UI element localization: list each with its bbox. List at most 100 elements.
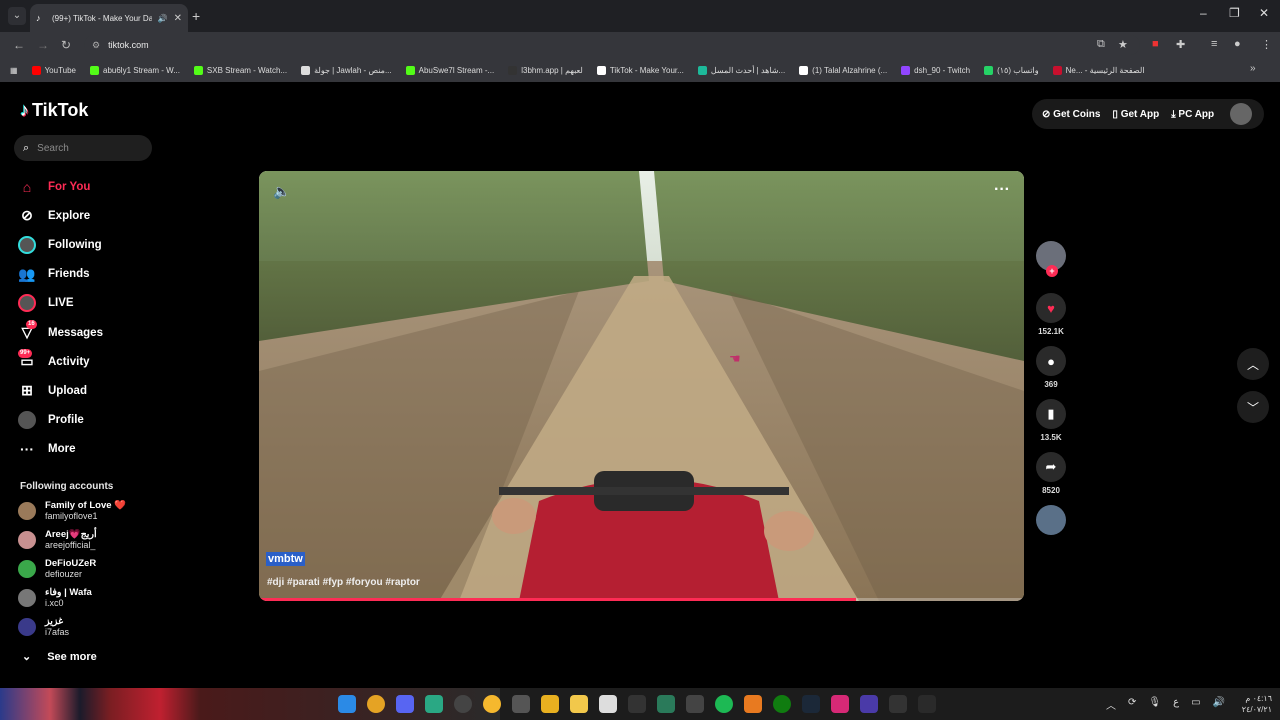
following-account[interactable]: وفاء | Wafa i.xc0: [18, 587, 92, 609]
bookmarks-overflow-icon[interactable]: »: [1250, 63, 1256, 74]
app-icon[interactable]: [483, 695, 501, 713]
save-action[interactable]: ▮ 13.5K: [1034, 399, 1068, 442]
site-info-icon[interactable]: ⚙: [92, 40, 100, 51]
video-progress-bar[interactable]: [259, 598, 1024, 601]
sidebar-item-messages[interactable]: ▽ 16 Messages: [18, 318, 168, 347]
app-icon[interactable]: [657, 695, 675, 713]
volume-icon[interactable]: 🔈: [273, 183, 290, 200]
browser-menu-icon[interactable]: ⋮: [1261, 38, 1272, 51]
back-icon[interactable]: ←: [13, 38, 25, 52]
sidebar-item-following[interactable]: Following: [18, 230, 168, 259]
reload-icon[interactable]: ↻: [61, 38, 71, 52]
previous-video-button[interactable]: ︿: [1237, 348, 1269, 380]
speaker-icon[interactable]: 🔊: [1213, 697, 1225, 712]
language-indicator[interactable]: ع: [1173, 697, 1179, 712]
see-more-button[interactable]: ⌄ See more: [22, 650, 97, 664]
bookmark-8[interactable]: (1) Talal Alzahrine (...: [799, 65, 887, 75]
xbox-icon[interactable]: [773, 695, 791, 713]
forward-icon[interactable]: →: [37, 38, 49, 52]
bookmark-2[interactable]: SXB Stream - Watch...: [193, 65, 287, 75]
close-window-icon[interactable]: ✕: [1259, 6, 1269, 20]
get-app-button[interactable]: ▯ Get App: [1112, 109, 1159, 120]
bookmark-6[interactable]: TikTok - Make Your...: [596, 65, 684, 75]
audio-playing-icon[interactable]: 🔊: [158, 14, 168, 23]
sidebar-item-more[interactable]: ··· More: [18, 435, 168, 464]
network-icon[interactable]: ▭: [1191, 697, 1200, 712]
bookmark-1[interactable]: abu6ly1 Stream - W...: [90, 65, 180, 75]
bookmark-icon[interactable]: ▮: [1036, 399, 1066, 429]
app-icon[interactable]: [889, 695, 907, 713]
sidebar-item-friends[interactable]: 👥 Friends: [18, 260, 168, 289]
new-tab-button[interactable]: +: [192, 8, 200, 24]
video-more-options-icon[interactable]: ···: [994, 181, 1010, 199]
share-action[interactable]: ➦ 8520: [1034, 452, 1068, 495]
restore-icon[interactable]: ❐: [1229, 6, 1240, 20]
creator-avatar[interactable]: +: [1036, 241, 1066, 277]
user-avatar[interactable]: [1230, 103, 1253, 125]
bookmark-5[interactable]: l3bhm.app | لعبهم: [508, 65, 583, 75]
music-disc-icon[interactable]: [1036, 505, 1066, 535]
like-action[interactable]: ♥ 152.1K: [1034, 293, 1068, 336]
bookmark-3[interactable]: جولة | Jawlah - منص...: [301, 65, 392, 75]
sidebar-item-profile[interactable]: Profile: [18, 406, 168, 435]
comment-icon[interactable]: ●: [1036, 346, 1066, 376]
instagram-icon[interactable]: [831, 695, 849, 713]
steam-icon[interactable]: [802, 695, 820, 713]
tray-overflow-icon[interactable]: ︿: [1106, 697, 1116, 712]
bookmark-7[interactable]: شاهد | أحدث المسل...: [697, 65, 785, 75]
bookmark-9[interactable]: dsh_90 - Twitch: [901, 65, 970, 75]
install-app-icon[interactable]: ⧉: [1097, 38, 1105, 51]
following-account[interactable]: Areej💗أريج areejofficial_: [18, 529, 97, 551]
comment-action[interactable]: ● 369: [1034, 346, 1068, 389]
microphone-icon[interactable]: 🎙: [1148, 697, 1161, 712]
sync-icon[interactable]: ⟳: [1128, 697, 1136, 712]
following-account[interactable]: DeFioUZeR defiouzer: [18, 558, 96, 580]
spotify-icon[interactable]: [715, 695, 733, 713]
app-icon[interactable]: [454, 695, 472, 713]
start-icon[interactable]: [338, 695, 356, 713]
bookmark-0[interactable]: YouTube: [31, 65, 76, 75]
browser-tab[interactable]: ♪ (99+) TikTok - Make Your Day 🔊 ✕: [30, 4, 188, 32]
bookmark-4[interactable]: AbuSwe7l Stream -...: [405, 65, 494, 75]
bookmark-10[interactable]: واتساب (۱٥): [984, 65, 1039, 75]
tiktok-logo[interactable]: ♪ TikTok: [20, 100, 88, 121]
tab-search-button[interactable]: ⌄: [8, 7, 26, 25]
sidebar-item-explore[interactable]: ⊘ Explore: [18, 201, 168, 230]
taskbar-clock[interactable]: ٠٤:١٦ م ٢٤/٠٧/٢١: [1242, 693, 1272, 715]
pc-app-button[interactable]: ⤓ PC App: [1171, 109, 1214, 120]
discord-icon[interactable]: [396, 695, 414, 713]
sidebar-item-upload[interactable]: ⊞ Upload: [18, 376, 168, 405]
video-author[interactable]: vmbtw: [266, 552, 305, 566]
app-icon[interactable]: [744, 695, 762, 713]
video-hashtags[interactable]: #dji #parati #fyp #foryou #raptor: [267, 577, 420, 588]
sidebar-item-live[interactable]: LIVE: [18, 289, 168, 318]
app-icon[interactable]: [628, 695, 646, 713]
app-icon[interactable]: [860, 695, 878, 713]
follow-plus-icon[interactable]: +: [1046, 265, 1058, 277]
bookmark-11[interactable]: Ne... - الصفحة الرئيسية: [1052, 65, 1145, 75]
share-icon[interactable]: ➦: [1036, 452, 1066, 482]
chrome-icon[interactable]: [367, 695, 385, 713]
extensions-puzzle-icon[interactable]: ✚: [1176, 38, 1185, 51]
store-icon[interactable]: [599, 695, 617, 713]
following-account[interactable]: غزيز i7afas: [18, 616, 69, 638]
app-icon[interactable]: [686, 695, 704, 713]
bookmark-star-icon[interactable]: ★: [1118, 38, 1128, 51]
get-coins-button[interactable]: ⊘ Get Coins: [1042, 109, 1100, 120]
following-account[interactable]: Family of Love ❤️ familyoflove1: [18, 500, 126, 522]
sidebar-item-activity[interactable]: ▭ 99+ Activity: [18, 347, 168, 376]
file-explorer-icon[interactable]: [570, 695, 588, 713]
sidebar-item-for-you[interactable]: ⌂ For You: [18, 172, 168, 201]
extension-icon[interactable]: ■: [1152, 38, 1159, 50]
heart-icon[interactable]: ♥: [1036, 293, 1066, 323]
app-icon[interactable]: [425, 695, 443, 713]
minimize-icon[interactable]: –: [1200, 6, 1207, 20]
address-bar[interactable]: ⚙ tiktok.com: [84, 35, 1140, 55]
app-icon[interactable]: [512, 695, 530, 713]
close-tab-icon[interactable]: ✕: [174, 13, 182, 24]
profile-avatar-icon[interactable]: ●: [1234, 38, 1241, 50]
app-icon[interactable]: [541, 695, 559, 713]
app-icon[interactable]: [918, 695, 936, 713]
apps-grid-icon[interactable]: ▦: [10, 66, 18, 75]
video-player[interactable]: 🔈 ··· ☚ vmbtw #dji #parati #fyp #foryou …: [259, 171, 1024, 601]
